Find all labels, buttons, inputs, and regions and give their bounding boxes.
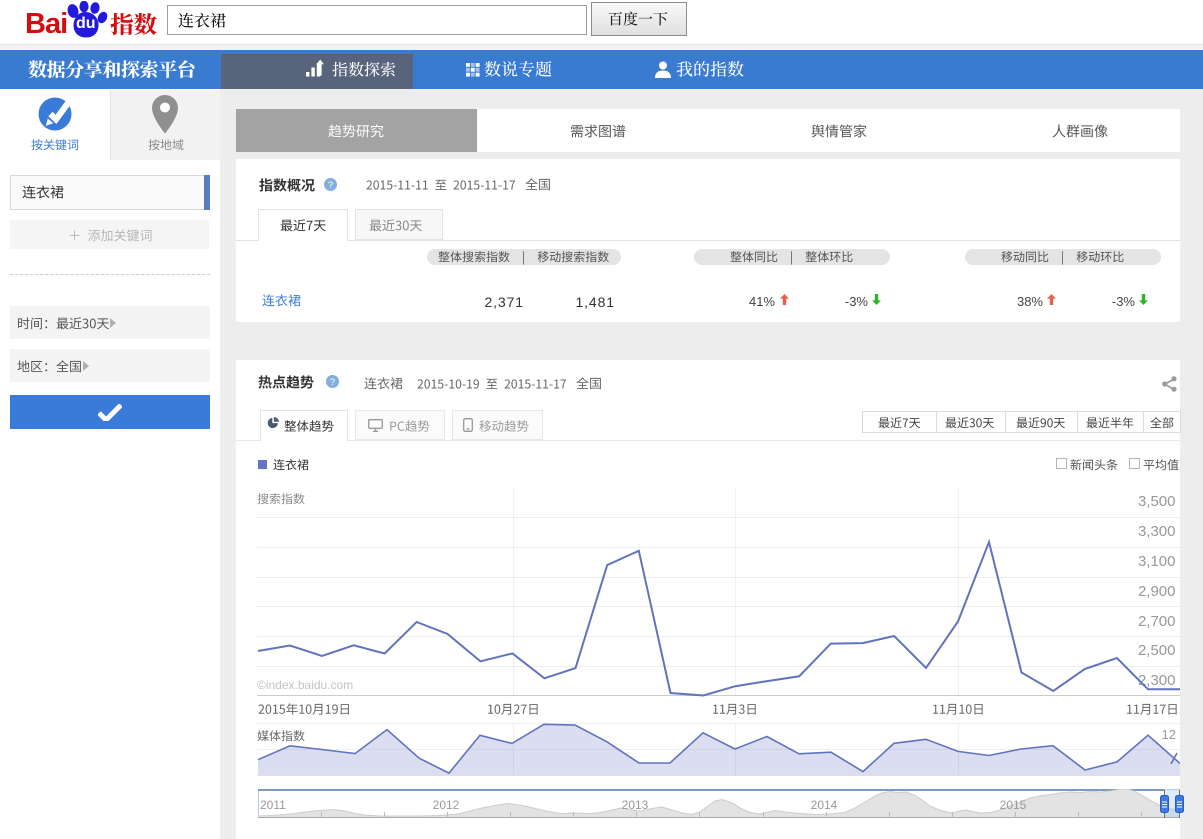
svg-text:?: ? <box>328 180 333 191</box>
svg-text:?: ? <box>330 377 335 388</box>
